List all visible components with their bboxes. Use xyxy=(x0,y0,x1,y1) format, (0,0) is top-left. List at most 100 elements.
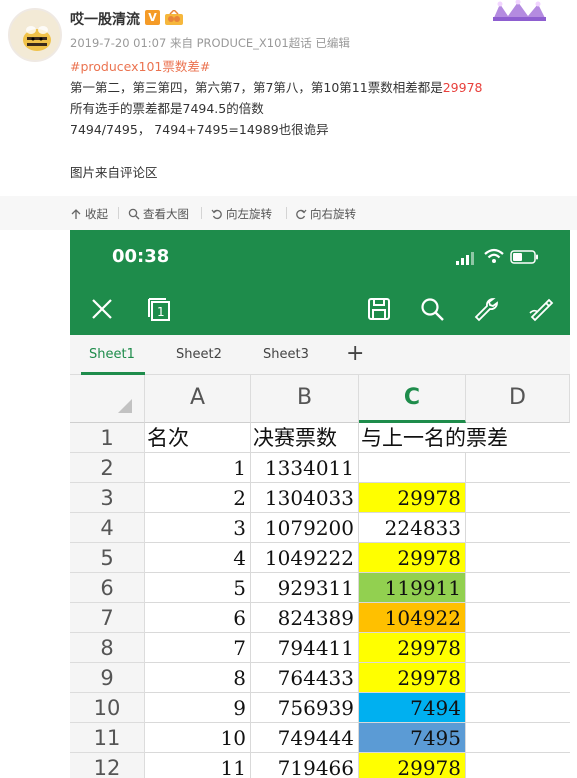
header-cell-rank[interactable]: 名次 xyxy=(145,423,251,453)
cell-empty[interactable] xyxy=(466,453,570,483)
row-header[interactable]: 4 xyxy=(70,513,145,543)
status-bar: 00:38 xyxy=(70,230,570,285)
cell-empty[interactable] xyxy=(466,483,570,513)
cell-rank[interactable]: 6 xyxy=(145,603,251,633)
wifi-icon xyxy=(484,248,504,268)
close-icon[interactable] xyxy=(88,295,116,323)
cell-vote-diff[interactable]: 7495 xyxy=(359,723,466,753)
select-all-corner[interactable] xyxy=(70,375,145,423)
cell-rank[interactable]: 1 xyxy=(145,453,251,483)
search-icon[interactable] xyxy=(418,295,446,323)
tab-sheet1[interactable]: Sheet1 xyxy=(89,347,135,362)
cell-votes[interactable]: 1334011 xyxy=(251,453,359,483)
cell-rank[interactable]: 2 xyxy=(145,483,251,513)
cell-vote-diff[interactable]: 29978 xyxy=(359,483,466,513)
cell-empty[interactable] xyxy=(466,543,570,573)
cell-vote-diff[interactable]: 29978 xyxy=(359,753,466,778)
column-header-c[interactable]: C xyxy=(359,375,466,423)
cell-votes[interactable]: 756939 xyxy=(251,693,359,723)
svg-text:1: 1 xyxy=(157,305,165,319)
cell-empty[interactable] xyxy=(466,693,570,723)
cell-votes[interactable]: 1079200 xyxy=(251,513,359,543)
cell-rank[interactable]: 4 xyxy=(145,543,251,573)
view-large-button[interactable]: 查看大图 xyxy=(128,206,189,222)
column-header-a[interactable]: A xyxy=(145,375,251,423)
row-header[interactable]: 12 xyxy=(70,753,145,778)
rotate-right-label: 向右旋转 xyxy=(310,207,356,221)
row-header[interactable]: 7 xyxy=(70,603,145,633)
post-text-line-1: 第一第二，第三第四，第六第7，第7第八，第10第11票数相差都是 xyxy=(70,80,443,95)
rotate-right-icon xyxy=(295,208,307,220)
avatar[interactable] xyxy=(8,8,62,62)
cell-votes[interactable]: 764433 xyxy=(251,663,359,693)
row-header[interactable]: 8 xyxy=(70,633,145,663)
row-header[interactable]: 6 xyxy=(70,573,145,603)
cell-vote-diff[interactable]: 104922 xyxy=(359,603,466,633)
add-sheet-button[interactable]: + xyxy=(346,341,364,366)
windows-icon[interactable]: 1 xyxy=(146,295,174,323)
column-header-d[interactable]: D xyxy=(466,375,570,423)
cell-votes[interactable]: 719466 xyxy=(251,753,359,778)
cell-votes[interactable]: 749444 xyxy=(251,723,359,753)
pen-icon[interactable] xyxy=(526,295,554,323)
header-cell-votes[interactable]: 决赛票数 xyxy=(251,423,359,453)
rotate-left-label: 向左旋转 xyxy=(226,207,272,221)
row-header[interactable]: 1 xyxy=(70,423,145,453)
medal-icon xyxy=(164,8,184,26)
rotate-right-button[interactable]: 向右旋转 xyxy=(295,206,356,222)
cell-rank[interactable]: 11 xyxy=(145,753,251,778)
cell-empty[interactable] xyxy=(466,753,570,778)
post-content: #producex101票数差# 第一第二，第三第四，第六第7，第7第八，第10… xyxy=(70,56,570,183)
row-header[interactable]: 2 xyxy=(70,453,145,483)
weibo-post: 哎一股清流 V 2019-7-20 01:07 来自 PRODUCE_X101超… xyxy=(0,0,577,196)
cell-votes[interactable]: 1049222 xyxy=(251,543,359,573)
tab-sheet2[interactable]: Sheet2 xyxy=(176,347,222,362)
cell-rank[interactable]: 7 xyxy=(145,633,251,663)
cell-votes[interactable]: 794411 xyxy=(251,633,359,663)
cell-vote-diff[interactable]: 29978 xyxy=(359,663,466,693)
header-cell-diff[interactable]: 与上一名的票差 xyxy=(359,423,570,453)
collapse-button[interactable]: 收起 xyxy=(70,206,108,222)
row-header[interactable]: 3 xyxy=(70,483,145,513)
row-header[interactable]: 10 xyxy=(70,693,145,723)
spreadsheet-screenshot: 00:38 1 Sheet1 Sheet2 Sheet3 + A B C D 1… xyxy=(70,230,570,778)
cell-rank[interactable]: 9 xyxy=(145,693,251,723)
cell-rank[interactable]: 8 xyxy=(145,663,251,693)
post-text-line-4: 图片来自评论区 xyxy=(70,165,158,180)
cell-vote-diff[interactable] xyxy=(359,453,466,483)
verified-badge: V xyxy=(145,10,160,25)
battery-icon xyxy=(510,249,540,268)
cell-empty[interactable] xyxy=(466,663,570,693)
cell-empty[interactable] xyxy=(466,573,570,603)
cell-vote-diff[interactable]: 7494 xyxy=(359,693,466,723)
post-text-line-2: 所有选手的票差都是7494.5的倍数 xyxy=(70,101,264,116)
signal-icon xyxy=(456,250,476,269)
cell-empty[interactable] xyxy=(466,513,570,543)
cell-votes[interactable]: 929311 xyxy=(251,573,359,603)
cell-vote-diff[interactable]: 119911 xyxy=(359,573,466,603)
cell-vote-diff[interactable]: 29978 xyxy=(359,543,466,573)
row-header[interactable]: 11 xyxy=(70,723,145,753)
row-header[interactable]: 5 xyxy=(70,543,145,573)
crown-decoration-icon xyxy=(488,0,558,22)
row-header[interactable]: 9 xyxy=(70,663,145,693)
cell-empty[interactable] xyxy=(466,723,570,753)
cell-votes[interactable]: 1304033 xyxy=(251,483,359,513)
sheet-tabs: Sheet1 Sheet2 Sheet3 + xyxy=(70,335,570,375)
cell-vote-diff[interactable]: 224833 xyxy=(359,513,466,543)
cell-rank[interactable]: 3 xyxy=(145,513,251,543)
cell-votes[interactable]: 824389 xyxy=(251,603,359,633)
post-meta: 2019-7-20 01:07 来自 PRODUCE_X101超话 已编辑 xyxy=(70,36,350,50)
cell-rank[interactable]: 5 xyxy=(145,573,251,603)
rotate-left-button[interactable]: 向左旋转 xyxy=(211,206,272,222)
cell-vote-diff[interactable]: 29978 xyxy=(359,633,466,663)
cell-empty[interactable] xyxy=(466,633,570,663)
cell-rank[interactable]: 10 xyxy=(145,723,251,753)
wrench-icon[interactable] xyxy=(472,295,500,323)
tab-sheet3[interactable]: Sheet3 xyxy=(263,347,309,362)
hashtag-link[interactable]: #producex101票数差# xyxy=(70,59,210,74)
username[interactable]: 哎一股清流 xyxy=(70,9,140,29)
column-header-b[interactable]: B xyxy=(251,375,359,423)
cell-empty[interactable] xyxy=(466,603,570,633)
save-icon[interactable] xyxy=(365,295,393,323)
